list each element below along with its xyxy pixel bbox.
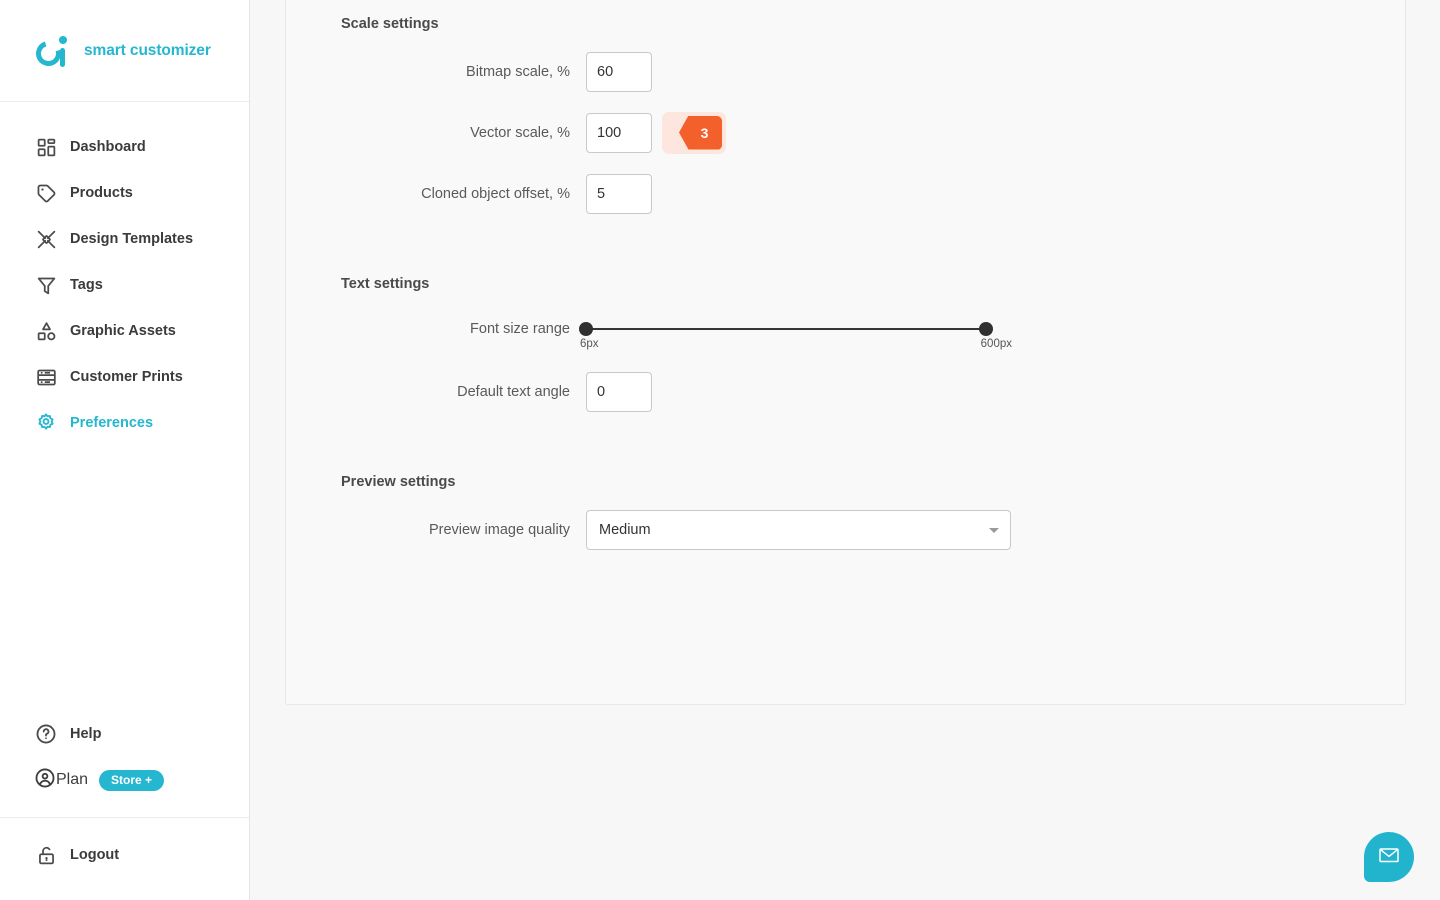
slider-track bbox=[586, 327, 986, 330]
sidebar-item-plan[interactable]: Plan Store + bbox=[0, 757, 249, 803]
sidebar-item-label: Plan bbox=[56, 771, 89, 788]
sidebar-item-label: Help bbox=[70, 726, 102, 742]
cloned-object-offset-input[interactable] bbox=[586, 173, 652, 214]
logout-wrap: Logout bbox=[0, 818, 249, 900]
field-default-text-angle: Default text angle bbox=[286, 371, 1405, 412]
tag-icon bbox=[34, 181, 58, 205]
field-font-size-range: Font size range 6px 600px bbox=[286, 312, 1405, 350]
sidebar-item-label: Tags bbox=[70, 277, 103, 293]
default-text-angle-input[interactable] bbox=[586, 371, 652, 412]
bitmap-scale-input[interactable] bbox=[586, 51, 652, 92]
sidebar-item-customer-prints[interactable]: Customer Prints bbox=[0, 354, 249, 400]
field-label: Preview image quality bbox=[428, 521, 570, 538]
funnel-icon bbox=[34, 273, 58, 297]
design-templates-icon bbox=[34, 227, 58, 251]
slider-handle-min[interactable] bbox=[579, 321, 593, 336]
field-vector-scale: Vector scale, % 3 bbox=[286, 111, 1405, 154]
store-plus-pill[interactable]: Store + bbox=[99, 769, 165, 791]
gear-icon bbox=[34, 411, 58, 435]
field-label: Vector scale, % bbox=[470, 124, 570, 141]
sidebar-item-tags[interactable]: Tags bbox=[0, 262, 249, 308]
sidebar-item-logout[interactable]: Logout bbox=[0, 832, 249, 878]
scale-settings-title: Scale settings bbox=[341, 15, 439, 32]
slider-min-label: 6px bbox=[580, 337, 599, 350]
sidebar-nav: Dashboard Products Design Templates Tags… bbox=[0, 102, 249, 446]
sidebar-item-preferences[interactable]: Preferences bbox=[0, 400, 249, 446]
smart-customizer-logo-icon bbox=[31, 34, 70, 70]
brand[interactable]: smart customizer bbox=[0, 0, 249, 102]
field-label: Cloned object offset, % bbox=[421, 185, 570, 202]
font-size-range-slider[interactable]: 6px 600px bbox=[579, 312, 1012, 350]
preview-image-quality-value: Medium bbox=[599, 521, 651, 538]
chevron-down-icon bbox=[989, 527, 999, 533]
field-cloned-object-offset: Cloned object offset, % bbox=[286, 173, 1405, 214]
field-label: Font size range bbox=[470, 320, 570, 337]
field-preview-image-quality: Preview image quality Medium bbox=[286, 509, 1405, 550]
shapes-icon bbox=[34, 319, 58, 343]
vector-scale-input[interactable] bbox=[586, 112, 652, 153]
preferences-card: Scale settings Bitmap scale, % Vector sc… bbox=[285, 0, 1406, 705]
sidebar-item-label: Logout bbox=[70, 847, 120, 863]
chat-support-button[interactable] bbox=[1364, 832, 1414, 882]
card-inner: Scale settings Bitmap scale, % Vector sc… bbox=[286, 1, 1405, 550]
sidebar-item-label: Design Templates bbox=[70, 231, 194, 247]
sidebar-item-help[interactable]: Help bbox=[0, 711, 249, 757]
sidebar-item-label: Preferences bbox=[70, 415, 154, 431]
dashboard-icon bbox=[34, 135, 58, 159]
sidebar-bottom: Help Plan Store + Logout bbox=[0, 711, 249, 900]
sidebar-item-label: Graphic Assets bbox=[70, 323, 176, 339]
app-root: smart customizer Dashboard Products Desi… bbox=[0, 0, 1440, 900]
field-bitmap-scale: Bitmap scale, % bbox=[286, 51, 1405, 92]
field-label: Default text angle bbox=[457, 383, 570, 400]
user-circle-icon bbox=[34, 767, 56, 794]
envelope-icon bbox=[1377, 843, 1401, 872]
sidebar-item-design-templates[interactable]: Design Templates bbox=[0, 216, 249, 262]
slider-handle-max[interactable] bbox=[979, 321, 993, 336]
sidebar: smart customizer Dashboard Products Desi… bbox=[0, 0, 250, 900]
callout-badge-3-halo: 3 bbox=[662, 111, 726, 154]
unlock-icon bbox=[34, 843, 58, 867]
prints-icon bbox=[34, 365, 58, 389]
sidebar-item-label: Customer Prints bbox=[70, 369, 183, 385]
preview-image-quality-select[interactable]: Medium bbox=[586, 509, 1011, 550]
text-settings-title: Text settings bbox=[341, 275, 430, 292]
main-content: Scale settings Bitmap scale, % Vector sc… bbox=[250, 0, 1440, 900]
callout-badge-3: 3 bbox=[679, 115, 722, 150]
sidebar-item-products[interactable]: Products bbox=[0, 170, 249, 216]
preview-settings-title: Preview settings bbox=[341, 473, 456, 490]
slider-max-label: 600px bbox=[980, 337, 1012, 350]
field-label: Bitmap scale, % bbox=[466, 63, 570, 80]
sidebar-item-dashboard[interactable]: Dashboard bbox=[0, 124, 249, 170]
brand-name: smart customizer bbox=[84, 41, 211, 59]
sidebar-item-label: Dashboard bbox=[70, 139, 146, 155]
help-circle-icon bbox=[34, 722, 58, 746]
sidebar-item-label: Products bbox=[70, 185, 133, 201]
sidebar-item-graphic-assets[interactable]: Graphic Assets bbox=[0, 308, 249, 354]
